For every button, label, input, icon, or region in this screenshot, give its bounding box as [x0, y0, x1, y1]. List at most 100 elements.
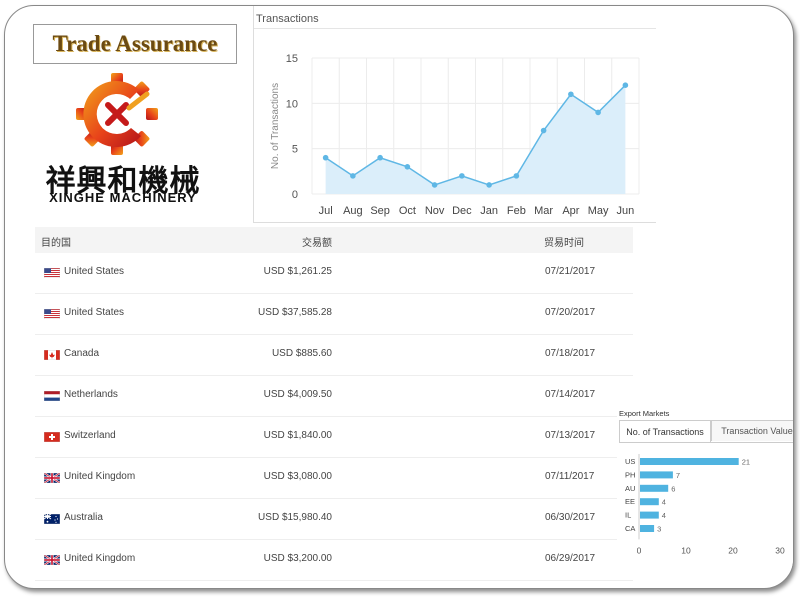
row-amount: USD $1,261.25: [263, 266, 332, 277]
x-tick-label: Oct: [399, 205, 416, 217]
bar-category-label: IL: [625, 511, 631, 520]
x-tick-label: Mar: [534, 205, 553, 217]
bar-category-label: PH: [625, 470, 635, 479]
row-country: Canada: [64, 348, 100, 359]
row-date: 07/13/2017: [545, 430, 596, 441]
y-tick-label: 10: [286, 98, 298, 110]
flag-ch-icon: [44, 432, 60, 442]
table-header: 目的国 交易额 贸易时间: [35, 227, 633, 253]
bar-value-label: 4: [662, 498, 666, 507]
bar: [640, 498, 659, 506]
flag-us-icon: [44, 309, 60, 319]
export-markets-chart: US 21PH 7AU 6EE 4IL 4CA 30 10 20 30: [625, 454, 785, 555]
flag-us-icon: [44, 268, 60, 278]
x-tick-label: Dec: [452, 205, 472, 217]
tab-transaction-value[interactable]: Transaction Value: [711, 420, 793, 441]
export-markets-tabs: No. of Transactions Transaction Value: [619, 420, 793, 443]
bar-category-label: US: [625, 457, 635, 466]
x-tick-label: Jul: [319, 205, 333, 217]
company-gear-logo-icon: [76, 73, 158, 155]
flag-nl-icon: [44, 391, 60, 401]
x-tick-label: May: [588, 205, 609, 217]
data-point: [540, 127, 547, 134]
bar: [640, 484, 669, 492]
header-amount: 交易额: [302, 238, 332, 249]
row-date: 06/30/2017: [545, 512, 596, 523]
slide-frame: Trade Assurance 祥興和機械 XINGHE MACHINERY T…: [4, 5, 794, 589]
bar-value-label: 21: [742, 458, 750, 467]
x-tick-label: Aug: [343, 205, 363, 217]
table-row: United Kingdom USD $3,200.00 06/29/2017: [35, 540, 633, 581]
x-tick-label: Jun: [617, 205, 635, 217]
row-amount: USD $37,585.28: [258, 307, 332, 318]
transactions-title: Transactions: [256, 13, 319, 25]
row-date: 07/14/2017: [545, 389, 596, 400]
table-row: Canada USD $885.60 07/18/2017: [35, 335, 633, 376]
y-axis-label: No. of Transactions: [270, 83, 281, 169]
row-country: Australia: [64, 512, 103, 523]
row-date: 07/11/2017: [545, 471, 595, 482]
flag-au-icon: [44, 514, 60, 524]
row-amount: USD $1,840.00: [263, 430, 332, 441]
transactions-chart: 0 5 10 15 Jul Aug Sep Oct Nov Dec Jan Feb Mar Apr May J…: [270, 53, 640, 217]
bar-category-label: CA: [625, 524, 635, 533]
row-country: Switzerland: [64, 430, 116, 441]
data-point: [622, 82, 629, 88]
data-point: [377, 154, 383, 161]
company-name-english: XINGHE MACHINERY: [49, 190, 197, 205]
row-date: 07/18/2017: [545, 348, 596, 359]
export-markets-panel: Export Markets No. of Transactions Trans…: [617, 406, 793, 574]
x-tick-label: Sep: [370, 205, 390, 217]
table-row: Switzerland USD $1,840.00 07/13/2017: [35, 417, 633, 458]
bar-value-label: 7: [676, 471, 680, 480]
row-country: Netherlands: [64, 389, 118, 400]
tab-no-of-transactions[interactable]: No. of Transactions: [619, 420, 711, 442]
header-date: 贸易时间: [544, 238, 584, 249]
row-date: 07/20/2017: [545, 307, 596, 318]
data-point: [404, 164, 411, 170]
y-tick-label: 15: [286, 53, 298, 65]
row-date: 06/29/2017: [545, 553, 596, 564]
flag-ca-icon: [44, 350, 60, 360]
bar: [640, 471, 673, 479]
data-point: [486, 182, 492, 188]
x-tick-label: 10: [681, 545, 691, 555]
data-point: [513, 173, 520, 179]
x-tick-label: Jan: [480, 205, 498, 217]
x-tick-label: Nov: [425, 205, 445, 217]
row-country: United Kingdom: [64, 471, 136, 482]
row-amount: USD $4,009.50: [263, 389, 332, 400]
row-amount: USD $3,080.00: [263, 471, 332, 482]
bar: [640, 511, 659, 519]
bar-value-label: 3: [657, 525, 661, 534]
x-tick-label: Apr: [562, 205, 579, 217]
title-divider: [254, 28, 656, 29]
flag-gb-icon: [44, 473, 60, 483]
row-amount: USD $885.60: [271, 348, 332, 359]
flag-gb-icon: [44, 555, 60, 565]
bar-value-label: 6: [671, 484, 675, 493]
row-country: United Kingdom: [64, 553, 136, 564]
table-row: Netherlands USD $4,009.50 07/14/2017: [35, 376, 633, 417]
row-country: United States: [64, 307, 125, 318]
bar-category-label: EE: [625, 497, 635, 506]
y-tick-label: 5: [292, 144, 298, 156]
data-point: [350, 173, 356, 179]
row-amount: USD $15,980.40: [258, 512, 332, 523]
x-tick-label: Feb: [507, 205, 526, 217]
table-body: United States USD $1,261.25 07/21/2017 Unit…: [35, 253, 633, 581]
header-destination: 目的国: [41, 238, 71, 249]
data-point: [322, 154, 329, 161]
row-amount: USD $3,200.00: [263, 553, 332, 564]
y-tick-label: 0: [292, 189, 298, 201]
data-point: [459, 173, 465, 179]
bar-value-label: 4: [662, 511, 666, 520]
bar: [640, 525, 655, 532]
transactions-panel: Transactions 0 5 10 15 Jul Aug Sep Oct Nov Dec Jan…: [253, 6, 656, 223]
export-markets-title: Export Markets: [619, 409, 670, 418]
data-point: [595, 109, 601, 116]
trade-assurance-badge: Trade Assurance: [33, 24, 237, 64]
x-tick-label: 0: [637, 545, 642, 555]
data-point: [568, 91, 574, 98]
row-date: 07/21/2017: [545, 266, 596, 277]
